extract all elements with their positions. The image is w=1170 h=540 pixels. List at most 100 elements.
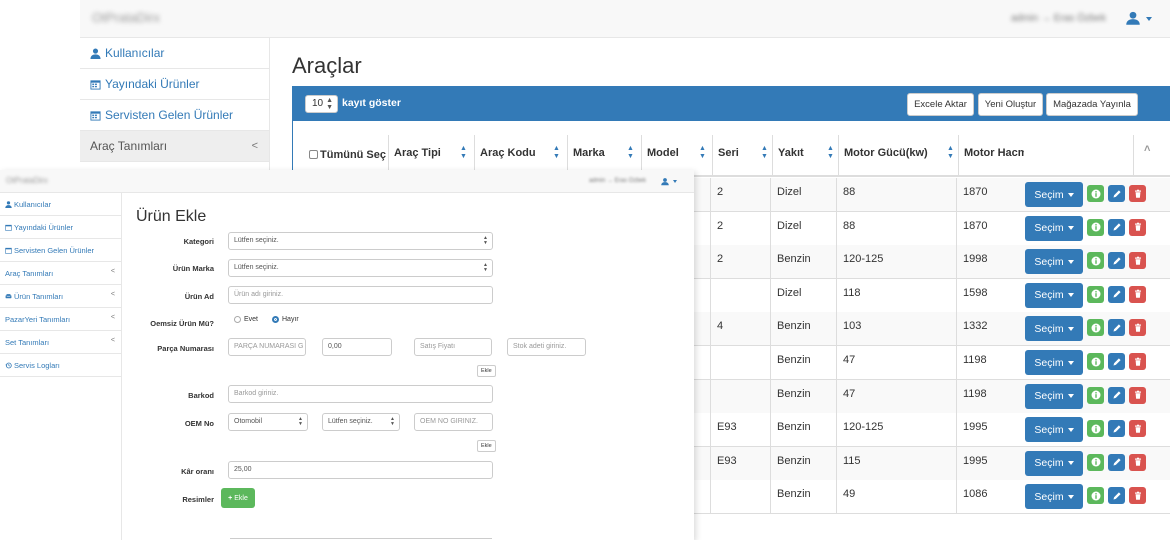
sidebar-item-published-products[interactable]: Yayındaki Ürünler xyxy=(80,69,270,100)
brand-logo[interactable]: OtPrataDirx xyxy=(6,176,48,185)
new-button[interactable]: Yeni Oluştur xyxy=(978,93,1043,116)
oem-number-input[interactable]: OEM NO GIRINIZ. xyxy=(414,413,493,431)
table-row[interactable]: E93 Benzin 120-125 1995 Seçim xyxy=(694,413,1170,448)
sidebar-item-vehicle-definitions[interactable]: Araç Tanımları < xyxy=(80,131,270,162)
sidebar-item-vehicle-definitions[interactable]: Araç Tanımları < xyxy=(0,262,122,285)
radio-no[interactable]: Hayır xyxy=(272,316,299,323)
select-all-checkbox[interactable] xyxy=(309,150,318,159)
info-button[interactable] xyxy=(1087,285,1104,303)
sidebar-item-set-definitions[interactable]: Set Tanımları < xyxy=(0,331,122,354)
stock-input[interactable]: Stok adeti giriniz. xyxy=(507,338,586,356)
col-brand[interactable]: Marka xyxy=(573,147,605,159)
sort-icon[interactable]: ▲ ▼ xyxy=(947,145,954,161)
info-button[interactable] xyxy=(1087,185,1104,202)
profit-rate-input[interactable]: 25,00 xyxy=(228,461,493,479)
sort-icon[interactable]: ˄ xyxy=(1144,143,1150,155)
part-number-input[interactable]: PARÇA NUMARASI G xyxy=(228,338,306,356)
table-row[interactable]: 2 Dizel 88 1870 Seçim xyxy=(694,211,1170,246)
oem-category-select[interactable]: Lütfen seçiniz. ▲ ▼ xyxy=(322,413,400,431)
chevron-down-icon[interactable] xyxy=(1146,17,1152,21)
delete-button[interactable] xyxy=(1129,185,1146,202)
user-menu-icon[interactable] xyxy=(660,177,670,186)
delete-button[interactable] xyxy=(1129,252,1146,270)
col-model[interactable]: Model xyxy=(647,147,679,159)
row-action-dropdown[interactable]: Seçim xyxy=(1025,215,1083,241)
add-part-button[interactable]: Ekle xyxy=(477,365,496,377)
table-row[interactable]: Dizel 118 1598 Seçim xyxy=(694,278,1170,313)
row-action-dropdown[interactable]: Seçim xyxy=(1025,282,1083,308)
edit-button[interactable] xyxy=(1108,487,1125,505)
sidebar-item-service-products[interactable]: Servisten Gelen Ürünler xyxy=(0,239,122,262)
delete-button[interactable] xyxy=(1129,285,1146,303)
publish-store-button[interactable]: Mağazada Yayınla xyxy=(1046,93,1138,116)
row-action-dropdown[interactable]: Seçim xyxy=(1025,450,1083,476)
add-oem-button[interactable]: Ekle xyxy=(477,440,496,452)
export-excel-button[interactable]: Excele Aktar xyxy=(907,93,974,116)
edit-button[interactable] xyxy=(1108,285,1125,303)
info-button[interactable] xyxy=(1087,353,1104,370)
product-name-input[interactable]: Ürün adı giriniz. xyxy=(228,286,493,304)
row-action-dropdown[interactable]: Seçim xyxy=(1025,484,1083,510)
sidebar-item-users[interactable]: Kullanıcılar xyxy=(0,193,122,216)
row-action-dropdown[interactable]: Seçim xyxy=(1025,417,1083,443)
sidebar-item-product-definitions[interactable]: Ürün Tanımları < xyxy=(0,285,122,308)
sort-icon[interactable]: ▲ ▼ xyxy=(827,145,834,161)
info-button[interactable] xyxy=(1087,453,1104,471)
user-menu-icon[interactable] xyxy=(1124,11,1142,25)
sort-icon[interactable]: ▲ ▼ xyxy=(761,145,768,161)
info-button[interactable] xyxy=(1087,487,1104,505)
sale-price-input[interactable]: Satış Fiyatı xyxy=(414,338,492,356)
delete-button[interactable] xyxy=(1129,319,1146,337)
edit-button[interactable] xyxy=(1108,420,1125,438)
table-row[interactable]: Benzin 47 1198 Seçim xyxy=(694,346,1170,380)
edit-button[interactable] xyxy=(1108,386,1125,404)
sidebar-item-users[interactable]: Kullanıcılar xyxy=(80,38,270,69)
info-button[interactable] xyxy=(1087,319,1104,337)
sort-icon[interactable]: ▲ ▼ xyxy=(627,145,634,161)
table-row[interactable]: 2 Dizel 88 1870 Seçim xyxy=(694,178,1170,212)
delete-button[interactable] xyxy=(1129,386,1146,404)
row-action-dropdown[interactable]: Seçim xyxy=(1025,182,1083,207)
row-action-dropdown[interactable]: Seçim xyxy=(1025,350,1083,375)
info-button[interactable] xyxy=(1087,420,1104,438)
edit-button[interactable] xyxy=(1108,218,1125,236)
sort-icon[interactable]: ▲ ▼ xyxy=(699,145,706,161)
sort-icon[interactable]: ▲ ▼ xyxy=(553,145,560,161)
info-button[interactable] xyxy=(1087,252,1104,270)
delete-button[interactable] xyxy=(1129,420,1146,438)
sidebar-item-marketplace-definitions[interactable]: PazarYeri Tanımları < xyxy=(0,308,122,331)
delete-button[interactable] xyxy=(1129,453,1146,471)
add-image-button[interactable]: + Ekle xyxy=(221,488,255,508)
col-vehicle-type[interactable]: Araç Tipi xyxy=(394,147,441,159)
delete-button[interactable] xyxy=(1129,487,1146,505)
row-action-dropdown[interactable]: Seçim xyxy=(1025,316,1083,342)
row-action-dropdown[interactable]: Seçim xyxy=(1025,383,1083,409)
table-row[interactable]: Benzin 49 1086 Seçim xyxy=(694,480,1170,515)
table-row[interactable]: 4 Benzin 103 1332 Seçim xyxy=(694,312,1170,347)
delete-button[interactable] xyxy=(1129,218,1146,236)
info-button[interactable] xyxy=(1087,218,1104,236)
col-fuel[interactable]: Yakıt xyxy=(778,147,804,159)
col-vehicle-code[interactable]: Araç Kodu xyxy=(480,147,536,159)
col-series[interactable]: Seri xyxy=(718,147,739,159)
radio-no-circle[interactable] xyxy=(272,316,279,323)
table-row[interactable]: 2 Benzin 120-125 1998 Seçim xyxy=(694,245,1170,280)
edit-button[interactable] xyxy=(1108,353,1125,370)
sidebar-item-service-logs[interactable]: Servis Logları xyxy=(0,354,122,377)
edit-button[interactable] xyxy=(1108,319,1125,337)
col-engine-volume[interactable]: Motor Hacm xyxy=(964,147,1024,159)
part-price-input[interactable]: 0,00 xyxy=(322,338,392,356)
table-row[interactable]: Benzin 47 1198 Seçim xyxy=(694,379,1170,414)
brand-select[interactable]: Lütfen seçiniz. ▲ ▼ xyxy=(228,259,493,277)
select-all-header[interactable]: Tümünü Seç xyxy=(309,149,386,161)
edit-button[interactable] xyxy=(1108,252,1125,270)
barcode-input[interactable]: Barkod giriniz. xyxy=(228,385,493,403)
page-length-select[interactable]: 10 ▲ ▼ xyxy=(305,95,338,113)
table-row[interactable]: E93 Benzin 115 1995 Seçim xyxy=(694,446,1170,481)
oem-type-select[interactable]: Otomobil ▲ ▼ xyxy=(228,413,308,431)
sidebar-item-published-products[interactable]: Yayındaki Ürünler xyxy=(0,216,122,239)
brand-logo[interactable]: OtPrataDirx xyxy=(92,10,160,25)
info-button[interactable] xyxy=(1087,386,1104,404)
sidebar-item-service-products[interactable]: Servisten Gelen Ürünler xyxy=(80,100,270,131)
chevron-down-icon[interactable] xyxy=(673,180,677,183)
